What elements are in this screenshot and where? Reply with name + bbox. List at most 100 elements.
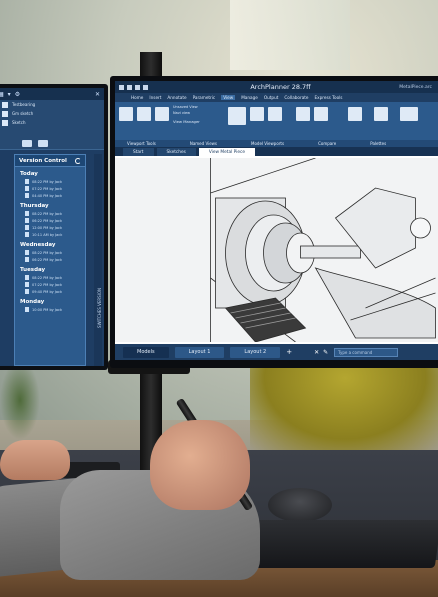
version-entry[interactable]: 08:22 PM by Jack [15,178,85,185]
version-control-title: Version Control [19,157,67,164]
file-item[interactable]: Sketch [0,118,104,127]
file-item[interactable]: Testbearing [0,100,104,109]
version-entry-label: 04:40 PM by Jack [32,193,62,198]
version-entry[interactable]: 06:22 PM by Jack [15,217,85,224]
print-icon[interactable] [143,84,148,90]
version-entry[interactable]: 10:11 AM by Jack [15,231,85,238]
layout-tab[interactable]: Models [123,346,169,358]
close-icon[interactable]: ✕ [95,91,100,98]
side-rail-label: SWITCHES VERSION [97,288,102,328]
document-icon [25,179,29,184]
blocks-icon[interactable] [373,107,388,121]
version-day-heading: Tuesday [20,267,46,273]
document-icon [25,225,29,230]
file-icon [2,119,8,126]
open-file-icon[interactable] [127,84,132,90]
version-entry[interactable]: 08:22 PM by Jack [15,249,85,256]
document-tab[interactable]: Sketches [156,148,196,156]
version-entry[interactable]: 10:00 PM by Jack [15,306,85,313]
navi-view-button[interactable]: Navi view [173,111,200,115]
version-entry-label: 07:22 PM by Jack [32,186,62,191]
file-item[interactable]: Gm sketch [0,109,104,118]
version-entry[interactable]: 06:22 PM by Jack [15,256,85,263]
file-icon [2,101,8,108]
properties-icon[interactable] [347,107,362,121]
version-entry-label: 07:22 PM by Jack [32,282,62,287]
document-icon [25,282,29,287]
background-window [230,0,350,70]
user-icon[interactable] [38,140,48,147]
refresh-icon[interactable] [75,157,81,164]
ribbon-tab[interactable]: Output [264,95,279,100]
version-entry[interactable]: 08:22 PM by Jack [15,210,85,217]
version-entry[interactable]: 12:00 PM by Jack [15,224,85,231]
save-icon[interactable] [135,84,140,90]
view-manager-button[interactable]: View Manager [173,119,200,124]
settings-icon[interactable]: ⚙ [15,91,20,98]
version-entry-label: 06:22 PM by Jack [32,218,62,223]
restore-icon[interactable] [267,107,282,121]
document-icon [25,211,29,216]
document-icon [25,257,29,262]
version-control-panel: Version Control Today 08:22 PM by Jack 07:… [14,154,86,366]
ribbon-panel-label: Model Viewports [251,141,285,146]
version-entry[interactable]: 07:22 PM by Jack [15,185,85,192]
file-browser-toolbar: ▦ ▾ ⚙ ✕ [0,88,104,100]
viewport-config-icon[interactable] [227,107,246,125]
ribbon-panel-labels: Viewport Tools Named Views Model Viewports… [115,140,438,147]
layers-icon[interactable] [399,107,418,121]
wrench-icon[interactable]: ✎ [323,349,328,356]
document-icon [25,307,29,312]
close-icon[interactable]: ✕ [314,349,319,356]
ribbon-tab[interactable]: Parametric [193,95,216,100]
ribbon-tab[interactable]: View [221,95,236,100]
version-control-header: Version Control [15,155,85,167]
document-tab[interactable]: Start [123,148,154,156]
viewport-cube-icon[interactable] [137,107,151,121]
version-entry-label: 08:22 PM by Jack [32,250,62,255]
version-entry-label: 08:22 PM by Jack [32,211,62,216]
folder-icon[interactable] [22,140,32,147]
compare-icon[interactable] [295,107,310,121]
ribbon-panel-label: Compare [318,141,337,146]
version-entry[interactable]: 04:40 PM by Jack [15,192,85,199]
version-entry-label: 09:40 PM by Jack [32,289,62,294]
ribbon-panel-label: Viewport Tools [127,141,156,146]
chevron-down-icon[interactable]: ▾ [8,91,11,98]
ribbon-tab[interactable]: Insert [149,95,161,100]
grid-icon[interactable]: ▦ [0,91,4,98]
version-entry[interactable]: 09:40 PM by Jack [15,288,85,295]
add-layout-icon[interactable]: + [286,348,292,356]
side-rail [94,154,102,366]
file-label: Gm sketch [12,111,34,116]
version-entry[interactable]: 07:22 PM by Jack [15,281,85,288]
cad-application: ArchPlanner 28.7ff MetalPiece.arc Home In… [115,81,438,360]
viewport-cube-icon[interactable] [155,107,169,121]
ribbon-tab[interactable]: Home [131,95,143,100]
ribbon-icon[interactable] [313,107,328,121]
ribbon-tab[interactable]: Manage [241,95,258,100]
unsaved-view-button[interactable]: Unsaved View [173,105,200,109]
ribbon-tab[interactable]: Collaborate [284,95,308,100]
ribbon-panel-label: Named Views [189,141,218,146]
version-day-heading: Today [20,171,38,177]
background-plant [0,360,40,440]
layout-tab[interactable]: Layout 2 [230,346,281,358]
command-input[interactable]: Type a command [334,347,399,357]
app-title: ArchPlanner 28.7ff [250,83,311,91]
document-tabs: Start Sketches View Metal Piece [115,147,438,156]
version-entry[interactable]: 08:22 PM by Jack [15,274,85,281]
version-list: Today 08:22 PM by Jack 07:22 PM by Jack 04:… [15,167,85,313]
version-entry-label: 10:11 AM by Jack [32,232,63,237]
document-tab[interactable]: View Metal Piece [198,148,255,156]
ribbon-tab[interactable]: Express Tools [314,95,342,100]
layout-tab[interactable]: Layout 1 [174,346,225,358]
drawing-viewport[interactable] [115,157,438,343]
document-icon [25,289,29,294]
viewport-cube-icon[interactable] [119,107,133,121]
file-browser: ▦ ▾ ⚙ ✕ Testbearing Gm sketch Sketch [0,88,104,150]
version-day-heading: Wednesday [20,242,56,248]
ribbon-tab[interactable]: Annotate [167,95,186,100]
new-file-icon[interactable] [119,84,124,90]
join-icon[interactable] [249,107,264,121]
